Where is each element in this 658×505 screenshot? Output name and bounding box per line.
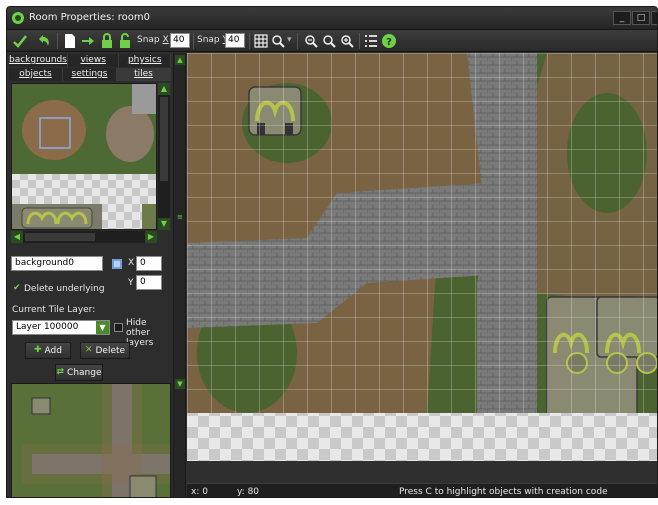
- current-tile-layer-label: Current Tile Layer:: [12, 305, 96, 315]
- scroll-down-icon[interactable]: ▼: [158, 218, 170, 230]
- minimize-button[interactable]: _: [613, 11, 631, 25]
- scroll-up-icon[interactable]: ▲: [158, 83, 170, 95]
- delete-underlying-label: Delete underlying: [24, 284, 105, 294]
- delete-underlying-checkbox[interactable]: ✔: [13, 283, 21, 293]
- window-title: Room Properties: room0: [29, 12, 150, 23]
- chevron-down-icon[interactable]: ▾: [287, 35, 292, 45]
- scroll-up-icon[interactable]: ▲: [175, 55, 185, 65]
- chevron-down-icon[interactable]: ▼: [96, 321, 109, 334]
- ok-icon[interactable]: [12, 33, 28, 49]
- tileset-picker[interactable]: [11, 83, 157, 230]
- room-preview-image: [12, 384, 170, 497]
- unlock-icon[interactable]: [117, 33, 133, 49]
- tileset-vertical-scrollbar[interactable]: ▲ ▼: [158, 83, 170, 230]
- svg-text:?: ?: [386, 37, 392, 48]
- snap-x-input[interactable]: 40: [170, 33, 190, 48]
- background-name-field[interactable]: background0: [11, 256, 103, 271]
- y-label: Y: [128, 278, 134, 288]
- scroll-right-icon[interactable]: ▶: [145, 231, 157, 243]
- scroll-down-icon[interactable]: ▼: [175, 379, 185, 389]
- undo-icon[interactable]: [36, 33, 52, 49]
- tileset-image[interactable]: [12, 84, 157, 230]
- tile-layer-select[interactable]: Layer 100000 ▼: [12, 320, 110, 335]
- room-map[interactable]: [187, 53, 658, 483]
- new-icon[interactable]: [62, 33, 78, 49]
- gamemaker-icon: [12, 12, 24, 24]
- add-button[interactable]: ✚ Add: [25, 342, 71, 359]
- zoom-reset-icon[interactable]: [321, 33, 337, 49]
- scroll-thumb[interactable]: [160, 97, 168, 181]
- panel-splitter[interactable]: ▲ ≡ ▼: [173, 53, 186, 497]
- toolbar-separator: [57, 33, 58, 49]
- tab-settings[interactable]: settings: [63, 68, 117, 81]
- y-field[interactable]: 0: [136, 275, 162, 290]
- status-hint: Press C to highlight objects with creati…: [399, 487, 608, 497]
- tile-layer-value: Layer 100000: [16, 322, 79, 332]
- x-field[interactable]: 0: [136, 256, 162, 271]
- scroll-left-icon[interactable]: ◀: [11, 231, 23, 243]
- plus-icon: ✚: [34, 345, 42, 355]
- grid-icon[interactable]: [253, 33, 269, 49]
- help-icon[interactable]: ?: [381, 33, 397, 49]
- scroll-thumb[interactable]: [25, 233, 95, 241]
- room-preview[interactable]: [11, 383, 171, 497]
- tileset-horizontal-scrollbar[interactable]: ◀ ▶: [11, 231, 157, 243]
- hide-other-layers-checkbox[interactable]: [114, 323, 123, 332]
- background-select-icon[interactable]: [111, 258, 123, 270]
- shift-icon[interactable]: [80, 33, 96, 49]
- snap-x-label: Snap X: [137, 35, 169, 45]
- close-button[interactable]: ✕: [651, 11, 657, 25]
- x-label: X: [128, 258, 135, 268]
- toolbar-separator: [193, 33, 194, 49]
- status-x: x: 0: [191, 487, 208, 497]
- room-canvas[interactable]: [187, 53, 658, 483]
- change-button[interactable]: ⇄ Change: [55, 364, 103, 381]
- delete-icon: ✕: [84, 345, 93, 355]
- zoom-icon[interactable]: [270, 33, 286, 49]
- tab-physics[interactable]: physics: [119, 54, 172, 67]
- list-icon[interactable]: [363, 33, 379, 49]
- tabs-row-1: backgrounds views physics: [9, 54, 172, 67]
- tab-tiles[interactable]: tiles: [117, 68, 171, 81]
- title-bar[interactable]: Room Properties: room0 _ □ ✕: [7, 7, 657, 30]
- toolbar-separator: [249, 33, 250, 49]
- delete-button[interactable]: ✕ Delete: [80, 342, 130, 359]
- tab-objects[interactable]: objects: [9, 68, 63, 81]
- toolbar: Snap X 40 Snap Y 40 ▾ ?: [7, 30, 657, 52]
- zoom-out-icon[interactable]: [303, 33, 319, 49]
- change-icon: ⇄: [56, 367, 65, 377]
- tab-views[interactable]: views: [67, 54, 120, 67]
- tabs-row-2: objects settings tiles: [9, 68, 171, 81]
- tab-backgrounds[interactable]: backgrounds: [9, 54, 68, 67]
- lock-icon[interactable]: [99, 33, 115, 49]
- status-bar: x: 0 y: 80 Press C to highlight objects …: [187, 483, 657, 497]
- maximize-button[interactable]: □: [632, 11, 650, 25]
- zoom-in-icon[interactable]: [339, 33, 355, 49]
- status-y: y: 80: [237, 487, 260, 497]
- toolbar-separator: [297, 33, 298, 49]
- snap-y-input[interactable]: 40: [225, 33, 245, 48]
- splitter-grip-icon[interactable]: ≡: [177, 213, 183, 221]
- toolbar-separator: [359, 33, 360, 49]
- hide-other-layers-label: Hide other layers: [126, 318, 154, 348]
- left-panel: backgrounds views physics objects settin…: [7, 53, 173, 497]
- snap-y-label: Snap Y: [197, 35, 228, 45]
- room-properties-window: Room Properties: room0 _ □ ✕ Snap X 40 S…: [6, 6, 658, 498]
